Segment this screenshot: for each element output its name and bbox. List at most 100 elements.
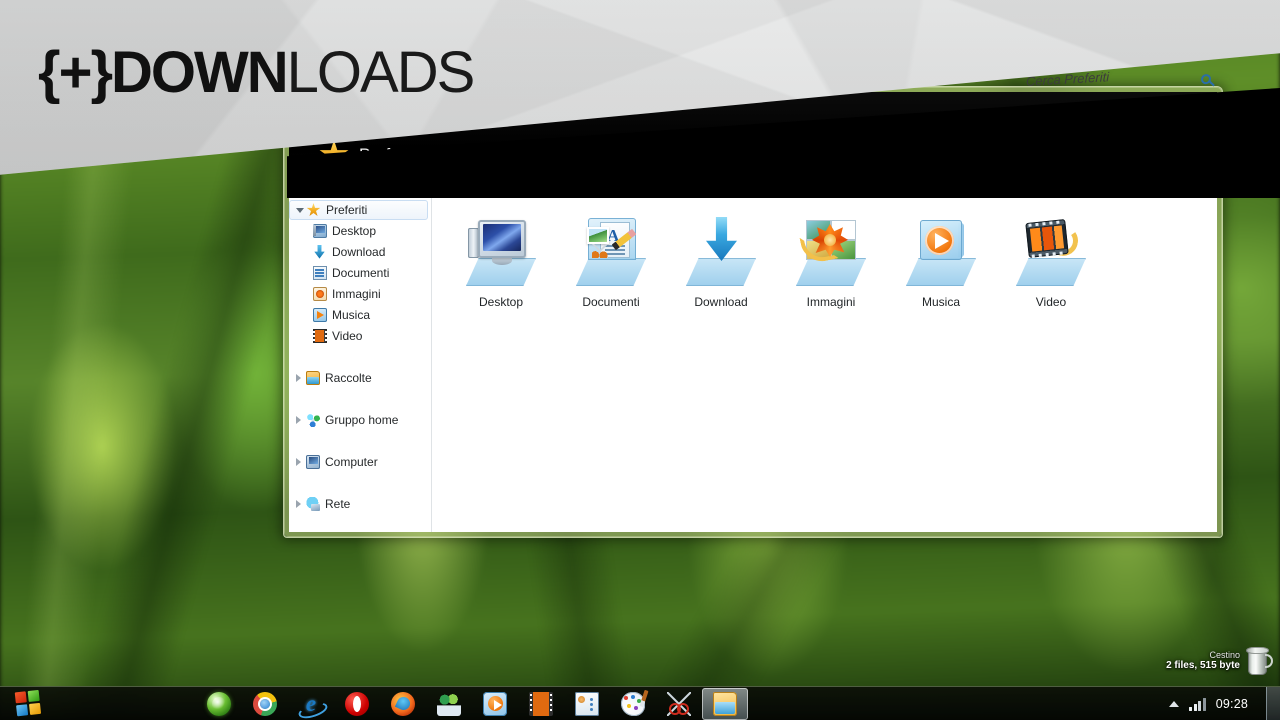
preview-pane-button[interactable]: [1156, 111, 1172, 127]
taskbar-item-snipping-tool[interactable]: [656, 688, 702, 720]
icon-tray: [906, 258, 976, 286]
change-view-button[interactable]: [1103, 112, 1120, 126]
chevron-down-icon: [295, 207, 304, 213]
chevron-right-icon: [296, 457, 301, 466]
change-view-dropdown[interactable]: [1133, 116, 1143, 122]
recycle-bin-details: 2 files, 515 byte: [1166, 660, 1240, 672]
taskbar-item-opera[interactable]: [334, 688, 380, 720]
monitor: [478, 220, 526, 258]
sidebar-label-computer: Computer: [325, 454, 378, 469]
item-label-download: Download: [694, 295, 748, 309]
show-desktop-button[interactable]: [1266, 686, 1280, 720]
clock[interactable]: 09:28: [1216, 697, 1248, 711]
taskbar-item-green-orb[interactable]: [196, 688, 242, 720]
taskbar[interactable]: e 09:28: [0, 686, 1280, 720]
taskbar-item-movie-maker[interactable]: [518, 688, 564, 720]
expand-toggle-rete[interactable]: [293, 499, 304, 508]
icon-tray: [796, 258, 866, 286]
item-immagini[interactable]: Immagini: [776, 210, 886, 317]
computer-icon: [304, 454, 321, 469]
recycle-bin-lid: [1246, 647, 1269, 654]
toolbar-buttons: ?: [1103, 110, 1203, 128]
expand-toggle-gruppo-home[interactable]: [293, 415, 304, 424]
photo-thumb: [587, 227, 609, 244]
sidebar-item-desktop[interactable]: Desktop: [289, 220, 431, 241]
windows-start-icon: [14, 689, 44, 718]
recycle-bin-icon[interactable]: [1246, 646, 1273, 676]
site-logo: {+}DOWNLOADS: [38, 44, 475, 102]
sidebar-item-rete[interactable]: Rete: [289, 493, 431, 514]
chrome-icon: [253, 691, 277, 716]
desktop-icon: [311, 223, 328, 238]
item-label-video: Video: [1035, 295, 1067, 309]
sidebar-label-documenti: Documenti: [332, 265, 390, 280]
chevron-down-icon: [1133, 116, 1143, 122]
sidebar-label-musica: Musica: [332, 307, 371, 322]
show-hidden-icons-chevron[interactable]: [1169, 700, 1180, 707]
media-player-icon: [483, 691, 507, 716]
expand-toggle-raccolte[interactable]: [293, 373, 304, 382]
expand-toggle-preferiti[interactable]: [294, 207, 305, 213]
sidebar-item-video[interactable]: Video: [289, 325, 431, 346]
preview-pane-icon: [1156, 111, 1172, 127]
help-button[interactable]: ?: [1185, 110, 1203, 128]
music-folder-icon: [904, 214, 978, 288]
start-button[interactable]: [2, 687, 56, 720]
sidebar-item-download[interactable]: Download: [289, 241, 431, 262]
help-icon: ?: [1185, 110, 1203, 128]
item-video[interactable]: Video: [996, 210, 1106, 317]
chevron-right-icon: [296, 373, 301, 382]
sidebar-item-immagini[interactable]: Immagini: [289, 283, 431, 304]
icon-tray: [686, 258, 756, 286]
content-pane[interactable]: Desktop A Documenti Download Immagini Mu…: [432, 194, 1217, 532]
internet-explorer-icon: e: [299, 692, 323, 716]
item-download[interactable]: Download: [666, 210, 776, 317]
item-label-musica: Musica: [921, 295, 960, 309]
taskbar-item-file-explorer[interactable]: [702, 687, 748, 720]
taskbar-item-internet-explorer[interactable]: e: [288, 688, 334, 720]
sidebar-item-musica[interactable]: Musica: [289, 304, 431, 325]
download-folder-icon: [684, 214, 758, 288]
video-folder-icon: [1014, 214, 1088, 288]
sidebar-item-gruppo-home[interactable]: Gruppo home: [289, 409, 431, 430]
item-musica[interactable]: Musica: [886, 210, 996, 317]
sidebar-item-documenti[interactable]: Documenti: [289, 262, 431, 283]
sidebar-item-computer[interactable]: Computer: [289, 451, 431, 472]
item-desktop[interactable]: Desktop: [446, 210, 556, 317]
taskbar-item-chrome[interactable]: [242, 688, 288, 720]
taskbar-item-messenger[interactable]: [426, 688, 472, 720]
recycle-bin-gadget[interactable]: Cestino 2 files, 515 byte: [1166, 646, 1273, 676]
recycle-bin-text: Cestino 2 files, 515 byte: [1166, 650, 1240, 672]
sidebar-label-download: Download: [332, 244, 386, 259]
sidebar-item-raccolte[interactable]: Raccolte: [289, 367, 431, 388]
taskbar-item-contacts[interactable]: [564, 688, 610, 720]
network-signal-icon[interactable]: [1189, 697, 1206, 711]
network-icon: [304, 496, 321, 511]
nav-group-favorites: Preferiti Desktop Download Documenti Imm…: [289, 200, 431, 346]
taskbar-item-firefox[interactable]: [380, 688, 426, 720]
recycle-bin-title: Cestino: [1209, 650, 1240, 661]
contacts-icon: [575, 691, 599, 716]
paint-icon: [621, 691, 645, 716]
libraries-icon: [304, 370, 321, 385]
taskbar-item-paint[interactable]: [610, 688, 656, 720]
music-icon: [311, 307, 328, 322]
scissors-icon: [592, 244, 608, 258]
expand-toggle-computer[interactable]: [293, 457, 304, 466]
explorer-window[interactable]: Preferiti ? Preferiti Desktop Download D…: [283, 86, 1223, 538]
pictures-icon: [311, 286, 328, 301]
opera-icon: [345, 691, 369, 716]
sidebar-label-desktop: Desktop: [332, 223, 377, 238]
homegroup-icon: [304, 412, 321, 427]
green-orb-icon: [207, 691, 231, 716]
taskbar-item-media-player[interactable]: [472, 688, 518, 720]
window-body: Preferiti Desktop Download Documenti Imm…: [289, 194, 1217, 532]
download-arrow-icon: [311, 244, 328, 259]
item-documenti[interactable]: A Documenti: [556, 210, 666, 317]
sidebar-item-preferiti[interactable]: Preferiti: [289, 200, 428, 220]
item-label-immagini: Immagini: [806, 295, 856, 309]
search-icon[interactable]: [1201, 73, 1216, 89]
